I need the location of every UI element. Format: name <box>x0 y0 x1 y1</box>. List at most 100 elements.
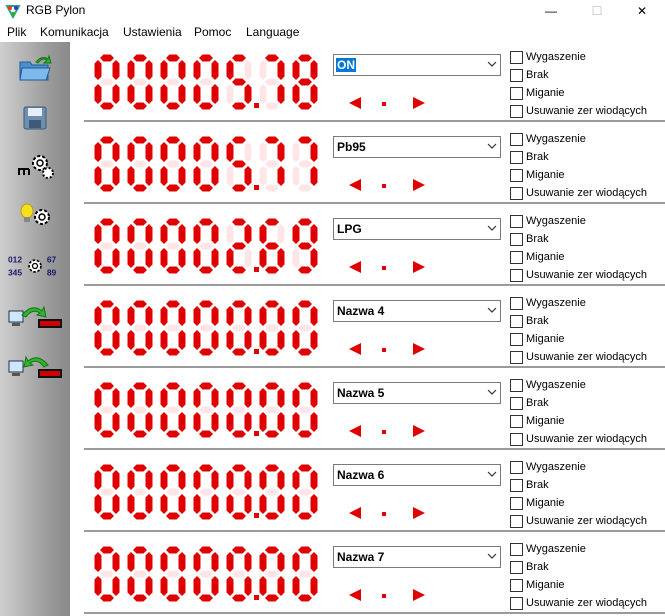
decimal-toggle[interactable] <box>382 184 386 188</box>
checkbox-box[interactable] <box>510 432 523 446</box>
scroll-left-icon[interactable] <box>348 588 362 602</box>
blank-checkbox[interactable]: Wygaszenie <box>510 212 665 230</box>
decimal-toggle[interactable] <box>382 266 386 270</box>
checkbox-box[interactable] <box>510 496 523 510</box>
digits-settings-button[interactable]: 012 67 345 89 <box>8 246 62 286</box>
name-select[interactable]: Nazwa 6 <box>333 464 501 486</box>
decimal-toggle[interactable] <box>382 348 386 352</box>
decimal-toggle[interactable] <box>382 430 386 434</box>
blank-checkbox[interactable]: Wygaszenie <box>510 294 665 312</box>
save-button[interactable] <box>8 98 62 138</box>
maximize-button[interactable]: ☐ <box>574 0 620 22</box>
missing-checkbox[interactable]: Brak <box>510 230 665 248</box>
remove-leading-zeros-checkbox[interactable]: Usuwanie zer wiodących <box>510 266 665 284</box>
missing-checkbox[interactable]: Brak <box>510 148 665 166</box>
scroll-right-icon[interactable] <box>412 96 426 110</box>
name-select[interactable]: LPG <box>333 218 501 240</box>
scroll-left-icon[interactable] <box>348 260 362 274</box>
checkbox-box[interactable] <box>510 478 523 492</box>
scroll-right-icon[interactable] <box>412 424 426 438</box>
read-from-display-button[interactable] <box>8 346 62 386</box>
scroll-right-icon[interactable] <box>412 178 426 192</box>
open-button[interactable] <box>8 48 62 88</box>
missing-checkbox[interactable]: Brak <box>510 66 665 84</box>
missing-checkbox[interactable]: Brak <box>510 394 665 412</box>
checkbox-box[interactable] <box>510 350 523 364</box>
scroll-right-icon[interactable] <box>412 588 426 602</box>
checkbox-box[interactable] <box>510 186 523 200</box>
scroll-right-icon[interactable] <box>412 342 426 356</box>
checkbox-box[interactable] <box>510 560 523 574</box>
remove-leading-zeros-checkbox[interactable]: Usuwanie zer wiodących <box>510 512 665 530</box>
blink-checkbox[interactable]: Miganie <box>510 494 665 512</box>
checkbox-box[interactable] <box>510 150 523 164</box>
checkbox-box[interactable] <box>510 460 523 474</box>
decimal-toggle[interactable] <box>382 594 386 598</box>
blink-checkbox[interactable]: Miganie <box>510 576 665 594</box>
name-select[interactable]: ON <box>333 54 501 76</box>
network-settings-button[interactable] <box>8 146 62 186</box>
blank-checkbox[interactable]: Wygaszenie <box>510 376 665 394</box>
checkbox-box[interactable] <box>510 132 523 146</box>
blink-checkbox[interactable]: Miganie <box>510 166 665 184</box>
remove-leading-zeros-checkbox[interactable]: Usuwanie zer wiodących <box>510 348 665 366</box>
menu-plik[interactable]: Plik <box>7 25 26 39</box>
scroll-right-icon[interactable] <box>412 506 426 520</box>
scroll-left-icon[interactable] <box>348 96 362 110</box>
scroll-left-icon[interactable] <box>348 424 362 438</box>
checkbox-box[interactable] <box>510 414 523 428</box>
blink-checkbox[interactable]: Miganie <box>510 330 665 348</box>
close-button[interactable]: ✕ <box>619 0 665 22</box>
checkbox-box[interactable] <box>510 396 523 410</box>
menu-ustawienia[interactable]: Ustawienia <box>123 25 182 39</box>
remove-leading-zeros-checkbox[interactable]: Usuwanie zer wiodących <box>510 594 665 612</box>
remove-leading-zeros-checkbox[interactable]: Usuwanie zer wiodących <box>510 102 665 120</box>
checkbox-box[interactable] <box>510 214 523 228</box>
checkbox-box[interactable] <box>510 168 523 182</box>
decimal-toggle[interactable] <box>382 512 386 516</box>
menu-komunikacja[interactable]: Komunikacja <box>40 25 109 39</box>
blank-checkbox[interactable]: Wygaszenie <box>510 540 665 558</box>
scroll-left-icon[interactable] <box>348 342 362 356</box>
checkbox-box[interactable] <box>510 596 523 610</box>
missing-checkbox[interactable]: Brak <box>510 476 665 494</box>
blank-checkbox[interactable]: Wygaszenie <box>510 48 665 66</box>
remove-leading-zeros-checkbox[interactable]: Usuwanie zer wiodących <box>510 184 665 202</box>
checkbox-box[interactable] <box>510 514 523 528</box>
blink-checkbox[interactable]: Miganie <box>510 412 665 430</box>
brightness-settings-button[interactable] <box>8 196 62 236</box>
checkbox-box[interactable] <box>510 332 523 346</box>
checkbox-box[interactable] <box>510 250 523 264</box>
scroll-left-icon[interactable] <box>348 506 362 520</box>
name-select[interactable]: Nazwa 7 <box>333 546 501 568</box>
checkbox-box[interactable] <box>510 578 523 592</box>
scroll-left-icon[interactable] <box>348 178 362 192</box>
decimal-toggle[interactable] <box>382 102 386 106</box>
checkbox-box[interactable] <box>510 232 523 246</box>
checkbox-box[interactable] <box>510 104 523 118</box>
checkbox-box[interactable] <box>510 314 523 328</box>
digit-segment <box>133 488 147 496</box>
checkbox-box[interactable] <box>510 378 523 392</box>
send-to-display-button[interactable] <box>8 296 62 336</box>
name-select[interactable]: Pb95 <box>333 136 501 158</box>
menu-language[interactable]: Language <box>246 25 299 39</box>
remove-leading-zeros-checkbox[interactable]: Usuwanie zer wiodących <box>510 430 665 448</box>
checkbox-box[interactable] <box>510 68 523 82</box>
checkbox-box[interactable] <box>510 296 523 310</box>
checkbox-box[interactable] <box>510 86 523 100</box>
checkbox-box[interactable] <box>510 542 523 556</box>
blank-checkbox[interactable]: Wygaszenie <box>510 130 665 148</box>
missing-checkbox[interactable]: Brak <box>510 558 665 576</box>
name-select[interactable]: Nazwa 4 <box>333 300 501 322</box>
checkbox-box[interactable] <box>510 50 523 64</box>
blank-checkbox[interactable]: Wygaszenie <box>510 458 665 476</box>
menu-pomoc[interactable]: Pomoc <box>194 25 231 39</box>
blink-checkbox[interactable]: Miganie <box>510 248 665 266</box>
checkbox-box[interactable] <box>510 268 523 282</box>
missing-checkbox[interactable]: Brak <box>510 312 665 330</box>
minimize-button[interactable]: — <box>528 0 574 22</box>
blink-checkbox[interactable]: Miganie <box>510 84 665 102</box>
name-select[interactable]: Nazwa 5 <box>333 382 501 404</box>
scroll-right-icon[interactable] <box>412 260 426 274</box>
